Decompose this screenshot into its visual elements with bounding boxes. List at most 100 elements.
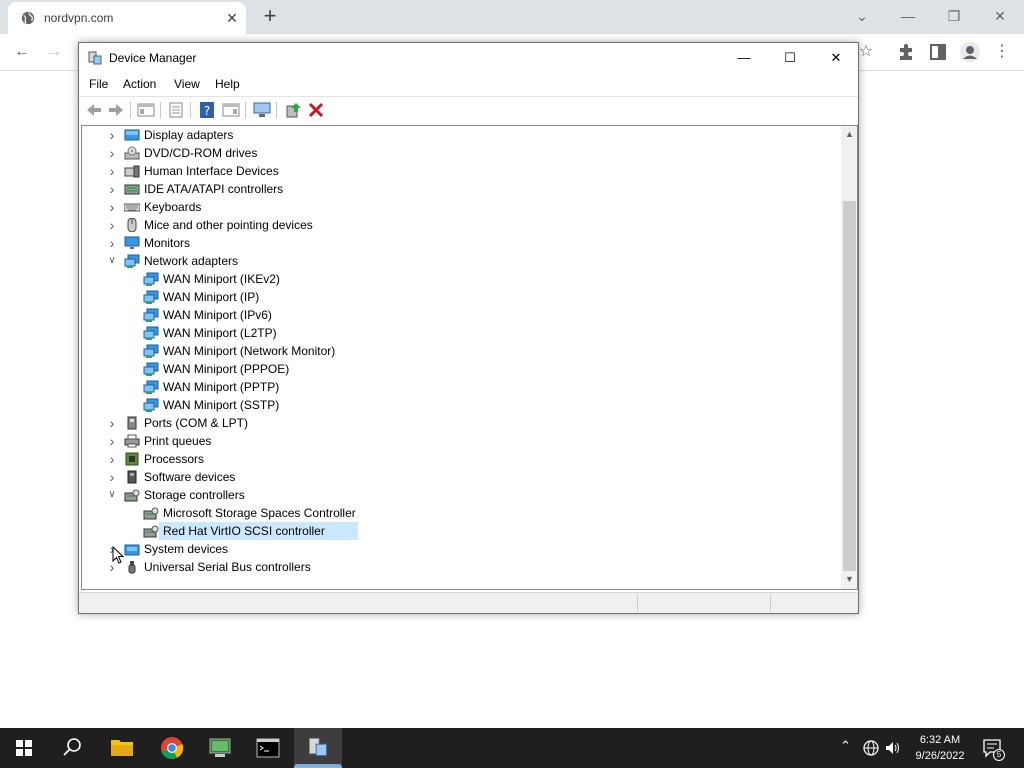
tree-category[interactable]: › Human Interface Devices — [82, 162, 840, 180]
tree-category[interactable]: › Keyboards — [82, 198, 840, 216]
tree-category[interactable]: › DVD/CD-ROM drives — [82, 144, 840, 162]
scan-hardware-changes-icon[interactable] — [252, 100, 272, 120]
tree-device[interactable]: WAN Miniport (PPPOE) — [82, 360, 840, 378]
chevron-right-icon[interactable]: › — [106, 182, 118, 196]
browser-tab[interactable]: nordvpn.com ✕ — [8, 2, 246, 34]
tree-category[interactable]: › Monitors — [82, 234, 840, 252]
tree-item-label: WAN Miniport (IP) — [163, 290, 260, 304]
system-device-icon — [124, 544, 140, 556]
scroll-down-arrow-icon[interactable]: ▼ — [841, 571, 857, 588]
close-button[interactable]: ✕ — [813, 43, 859, 73]
chrome-icon[interactable] — [148, 728, 196, 768]
tree-category[interactable]: › IDE ATA/ATAPI controllers — [82, 180, 840, 198]
action-pane-icon[interactable] — [221, 100, 241, 120]
chevron-right-icon[interactable]: › — [106, 434, 118, 448]
chevron-right-icon[interactable]: › — [106, 146, 118, 160]
chevron-down-icon[interactable]: ∨ — [106, 255, 118, 267]
show-hidden-icons-icon[interactable]: ⌃ — [840, 738, 851, 754]
chevron-right-icon[interactable]: › — [106, 128, 118, 142]
side-panel-icon[interactable] — [926, 40, 950, 64]
chevron-down-icon[interactable]: ∨ — [106, 489, 118, 501]
volume-icon[interactable] — [884, 739, 902, 757]
help-icon[interactable]: ? — [197, 100, 217, 120]
minimize-button[interactable]: — — [721, 43, 767, 73]
tree-category[interactable]: › Mice and other pointing devices — [82, 216, 840, 234]
tree-device[interactable]: WAN Miniport (IPv6) — [82, 306, 840, 324]
tree-item-label: Red Hat VirtIO SCSI controller — [163, 524, 325, 538]
tree-category[interactable]: › System devices — [82, 540, 840, 558]
tree-item-label: Software devices — [144, 470, 236, 484]
network-globe-icon[interactable] — [862, 739, 880, 757]
tree-device[interactable]: WAN Miniport (Network Monitor) — [82, 342, 840, 360]
title-bar: Device Manager — ☐ ✕ — [79, 43, 858, 73]
search-icon[interactable] — [48, 728, 96, 768]
vertical-scrollbar[interactable]: ▲ ▼ — [841, 126, 857, 589]
tree-item-label: WAN Miniport (L2TP) — [163, 326, 277, 340]
tree-item-label: Universal Serial Bus controllers — [144, 560, 311, 574]
menu-dots-icon[interactable]: ⋮ — [990, 40, 1014, 64]
tree-item-label: Display adapters — [144, 128, 234, 142]
chevron-right-icon[interactable]: › — [106, 470, 118, 484]
forward-icon[interactable] — [106, 100, 126, 120]
maximize-button[interactable]: ☐ — [767, 43, 813, 73]
device-tree[interactable]: › Display adapters › DVD/CD-ROM drives › Huma… — [81, 125, 858, 590]
scroll-up-arrow-icon[interactable]: ▲ — [841, 126, 857, 143]
tree-category[interactable]: ∨ Storage controllers — [82, 486, 840, 504]
chevron-right-icon[interactable]: › — [106, 236, 118, 250]
tab-search-icon[interactable]: ⌄ — [842, 4, 882, 28]
back-arrow-icon[interactable]: ← — [10, 40, 34, 64]
menu-help[interactable]: Help — [215, 77, 240, 91]
tree-category[interactable]: › Universal Serial Bus controllers — [82, 558, 840, 576]
tree-category[interactable]: › Ports (COM & LPT) — [82, 414, 840, 432]
tree-device[interactable]: WAN Miniport (SSTP) — [82, 396, 840, 414]
network-config-icon[interactable] — [196, 728, 244, 768]
properties-icon[interactable] — [166, 100, 186, 120]
profile-avatar-icon[interactable] — [958, 40, 982, 64]
start-button[interactable] — [0, 728, 48, 768]
uninstall-device-icon[interactable] — [306, 100, 326, 120]
browser-minimize-button[interactable]: — — [888, 4, 928, 28]
tree-device[interactable]: WAN Miniport (IP) — [82, 288, 840, 306]
tree-category[interactable]: ∨ Network adapters — [82, 252, 840, 270]
scrollbar-thumb[interactable] — [843, 201, 856, 571]
tree-device[interactable]: Red Hat VirtIO SCSI controller — [82, 522, 840, 540]
forward-arrow-icon[interactable]: → — [42, 40, 66, 64]
tree-device[interactable]: WAN Miniport (L2TP) — [82, 324, 840, 342]
status-bar — [79, 592, 858, 613]
chevron-right-icon[interactable]: › — [106, 218, 118, 232]
chevron-right-icon[interactable]: › — [106, 416, 118, 430]
tree-item-label: Storage controllers — [144, 488, 245, 502]
update-driver-icon[interactable] — [284, 100, 304, 120]
menu-file[interactable]: File — [89, 77, 108, 91]
tree-item-label: Microsoft Storage Spaces Controller — [163, 506, 356, 520]
browser-restore-button[interactable]: ❐ — [934, 4, 974, 28]
mouse-icon — [127, 218, 137, 232]
tree-category[interactable]: › Print queues — [82, 432, 840, 450]
device-manager-taskbar-icon[interactable] — [294, 728, 342, 768]
tab-close-icon[interactable]: ✕ — [224, 10, 240, 26]
extensions-icon[interactable] — [894, 40, 918, 64]
chevron-right-icon[interactable]: › — [106, 452, 118, 466]
tree-item-label: DVD/CD-ROM drives — [144, 146, 258, 160]
menu-action[interactable]: Action — [123, 77, 156, 91]
tree-category[interactable]: › Software devices — [82, 468, 840, 486]
tree-device[interactable]: WAN Miniport (PPTP) — [82, 378, 840, 396]
chevron-right-icon[interactable]: › — [106, 164, 118, 178]
tree-category[interactable]: › Processors — [82, 450, 840, 468]
usb-icon — [128, 561, 136, 574]
processor-icon — [125, 452, 139, 466]
chevron-right-icon[interactable]: › — [106, 200, 118, 214]
new-tab-button[interactable]: + — [258, 5, 282, 29]
display-adapter-icon — [124, 129, 140, 141]
browser-close-button[interactable]: ✕ — [980, 4, 1020, 28]
menu-view[interactable]: View — [174, 77, 200, 91]
show-hide-console-tree-icon[interactable] — [136, 100, 156, 120]
terminal-icon[interactable] — [244, 728, 292, 768]
tree-category[interactable]: › Display adapters — [82, 126, 840, 144]
tree-item-label: Mice and other pointing devices — [144, 218, 313, 232]
tree-device[interactable]: Microsoft Storage Spaces Controller — [82, 504, 840, 522]
file-explorer-icon[interactable] — [98, 728, 146, 768]
back-icon[interactable] — [84, 100, 104, 120]
clock[interactable]: 6:32 AM 9/26/2022 — [905, 732, 975, 764]
tree-device[interactable]: WAN Miniport (IKEv2) — [82, 270, 840, 288]
